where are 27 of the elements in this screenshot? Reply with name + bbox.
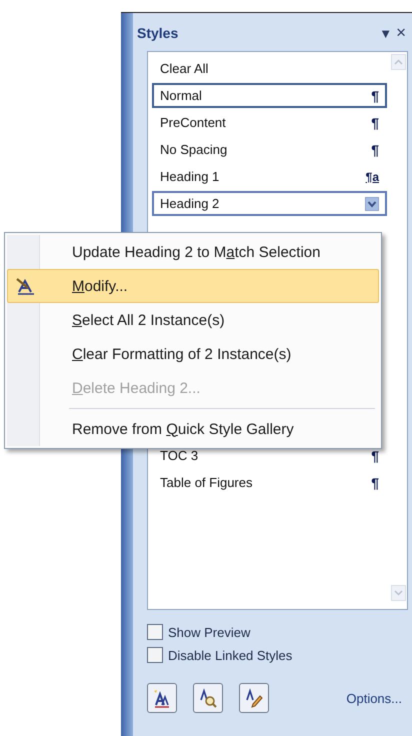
style-item[interactable]: Heading 1 ¶a <box>152 164 387 189</box>
checkbox[interactable] <box>147 647 163 663</box>
style-item[interactable]: PreContent ¶ <box>152 110 387 135</box>
pane-menu-button[interactable]: ▼ <box>377 26 394 40</box>
dropdown-icon[interactable] <box>365 196 379 210</box>
checkbox-label: Show Preview <box>168 624 250 640</box>
menu-item[interactable]: Update Heading 2 to Match Selection <box>7 235 379 269</box>
style-item[interactable]: Normal ¶ <box>152 83 387 108</box>
checkbox[interactable] <box>147 624 163 640</box>
style-item[interactable]: Clear All <box>152 56 387 81</box>
letters-sparkle-icon <box>152 688 172 708</box>
menu-item[interactable]: Modify... <box>7 269 379 303</box>
style-item[interactable]: Table of Figures ¶ <box>152 470 387 495</box>
manage-styles-button[interactable] <box>239 683 269 713</box>
close-button[interactable]: × <box>394 23 408 43</box>
inspector-button[interactable] <box>193 683 223 713</box>
new-style-button[interactable] <box>147 683 177 713</box>
style-item[interactable]: No Spacing ¶ <box>152 137 387 162</box>
checkbox-label: Disable Linked Styles <box>168 648 292 662</box>
menu-item[interactable]: Select All 2 Instance(s) <box>7 303 379 337</box>
letters-magnifier-icon <box>198 688 218 708</box>
options-link[interactable]: Options... <box>346 690 402 706</box>
pane-title: Styles <box>137 25 178 41</box>
letters-pencil-icon <box>244 688 264 708</box>
menu-item[interactable]: Clear Formatting of 2 Instance(s) <box>7 337 379 371</box>
menu-item[interactable]: Remove from Quick Style Gallery <box>7 412 379 446</box>
style-item[interactable]: Heading 2 <box>152 191 387 216</box>
